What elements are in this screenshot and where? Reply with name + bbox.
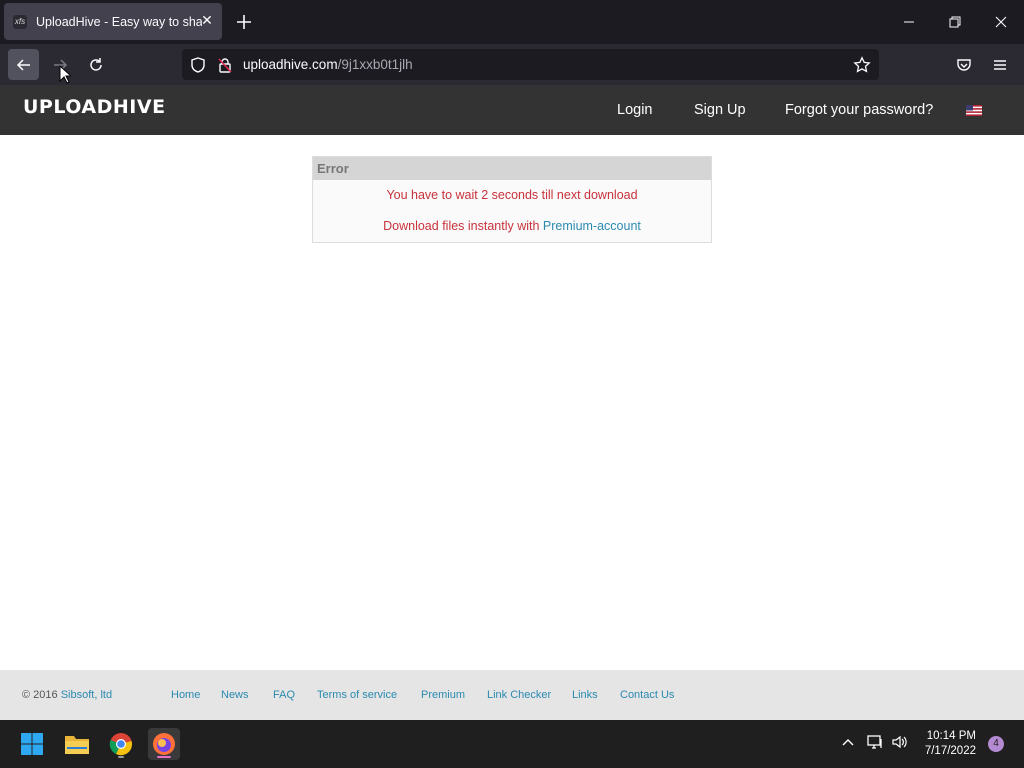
clock-date: 7/17/2022 [924, 745, 976, 757]
forgot-password-link[interactable]: Forgot your password? [785, 102, 933, 118]
url-path: /9j1xxb0t1jlh [337, 57, 413, 72]
url-text: uploadhive.com/9j1xxb0t1jlh [243, 57, 413, 72]
clock[interactable]: 10:14 PM 7/17/2022 [918, 729, 976, 759]
minimize-button[interactable] [899, 12, 919, 32]
folder-icon [65, 736, 89, 754]
hamburger-menu-icon [993, 59, 1006, 70]
site-footer: © 2016 Sibsoft, ltd Home News FAQ Terms … [0, 670, 1024, 720]
notification-badge[interactable]: 4 [988, 736, 1004, 752]
tab-title: UploadHive - Easy way to share [36, 14, 202, 29]
footer-link-premium[interactable]: Premium [421, 689, 465, 701]
wait-message: You have to wait 2 seconds till next dow… [386, 188, 638, 202]
footer-link-home[interactable]: Home [171, 689, 200, 701]
file-explorer-button[interactable] [61, 728, 93, 760]
plus-icon [237, 15, 251, 29]
premium-prefix: Download files instantly with [383, 219, 543, 233]
copyright-text: © 2016 [22, 689, 61, 701]
close-icon [995, 16, 1007, 28]
speaker-icon [892, 735, 907, 749]
start-button[interactable] [16, 728, 48, 760]
error-heading: Error [313, 157, 711, 180]
close-window-button[interactable] [991, 12, 1011, 32]
clock-time: 10:14 PM [926, 730, 976, 742]
company-link[interactable]: Sibsoft, ltd [61, 689, 112, 701]
firefox-icon [153, 733, 175, 755]
copyright: © 2016 Sibsoft, ltd [22, 689, 112, 701]
chevron-up-icon [842, 739, 854, 746]
tab-close-icon[interactable]: ✕ [200, 13, 214, 27]
error-box: Error You have to wait 2 seconds till ne… [312, 156, 712, 243]
us-flag-icon[interactable] [966, 105, 982, 116]
footer-link-link-checker[interactable]: Link Checker [487, 689, 551, 701]
site-favicon-icon: xfs [13, 14, 27, 29]
reload-icon [89, 57, 102, 71]
taskbar: 10:14 PM 7/17/2022 4 [0, 720, 1024, 768]
restore-button[interactable] [945, 12, 965, 32]
footer-link-faq[interactable]: FAQ [273, 689, 295, 701]
login-link[interactable]: Login [617, 102, 652, 118]
premium-message: Download files instantly with Premium-ac… [313, 219, 711, 233]
footer-link-links[interactable]: Links [572, 689, 598, 701]
chrome-button[interactable] [105, 728, 137, 760]
browser-tab-strip: xfs UploadHive - Easy way to share ✕ [0, 0, 1024, 44]
volume-button[interactable] [891, 734, 909, 755]
shield-icon[interactable] [189, 56, 207, 74]
premium-account-link[interactable]: Premium-account [543, 219, 641, 233]
browser-tab[interactable]: xfs UploadHive - Easy way to share ✕ [4, 3, 222, 40]
lock-icon[interactable] [216, 56, 234, 74]
app-menu-button[interactable] [984, 49, 1015, 80]
reload-button[interactable] [80, 49, 111, 80]
main-content: Error You have to wait 2 seconds till ne… [0, 135, 1024, 670]
network-button[interactable] [866, 734, 884, 755]
footer-link-news[interactable]: News [221, 689, 249, 701]
site-logo[interactable]: UPLOADHIVE [23, 96, 166, 118]
restore-icon [949, 16, 961, 28]
footer-link-contact[interactable]: Contact Us [620, 689, 674, 701]
firefox-button[interactable] [148, 728, 180, 760]
pocket-button[interactable] [948, 49, 979, 80]
active-indicator [157, 756, 171, 758]
mouse-cursor-icon [59, 65, 71, 84]
arrow-left-icon [16, 58, 30, 71]
signup-link[interactable]: Sign Up [694, 102, 746, 118]
chrome-icon [109, 733, 132, 756]
address-bar[interactable]: uploadhive.com/9j1xxb0t1jlh [182, 49, 879, 80]
browser-nav-bar: uploadhive.com/9j1xxb0t1jlh [0, 44, 1024, 85]
bookmark-star-icon[interactable] [853, 56, 871, 74]
minimize-icon [904, 21, 914, 23]
pocket-icon [956, 58, 971, 71]
url-domain: uploadhive.com [243, 57, 338, 72]
show-hidden-icons-button[interactable] [840, 734, 856, 755]
site-header: UPLOADHIVE Login Sign Up Forgot your pas… [0, 85, 1024, 135]
windows-logo-icon [21, 733, 43, 755]
footer-link-terms[interactable]: Terms of service [317, 689, 397, 701]
back-button[interactable] [8, 49, 39, 80]
running-indicator [118, 756, 124, 758]
new-tab-button[interactable] [234, 12, 254, 32]
network-icon [867, 735, 882, 749]
